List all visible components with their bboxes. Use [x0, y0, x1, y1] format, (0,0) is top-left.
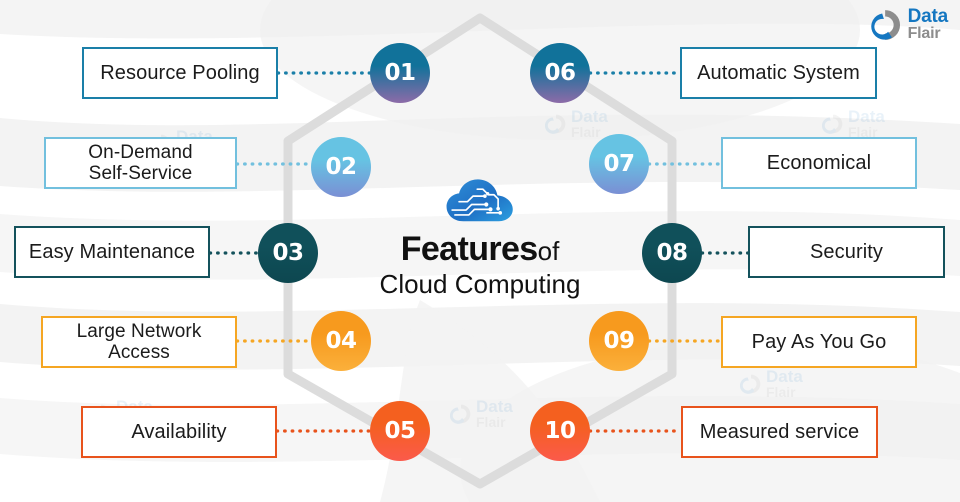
- feature-label-text: Pay As You Go: [751, 330, 887, 353]
- dataflair-logo[interactable]: Data Flair: [869, 7, 948, 42]
- logo-primary-text: Data: [907, 6, 949, 27]
- page-title: Featuresof: [355, 232, 605, 266]
- feature-label-text: On-Demand Self-Service: [88, 141, 193, 184]
- cloud-computing-features-infographic: Data Flair Data Flair Data Flair Data Fl…: [0, 0, 960, 502]
- feature-number-circle-05[interactable]: 05: [370, 401, 430, 461]
- feature-label-box-04[interactable]: Large Network Access: [41, 316, 237, 368]
- feature-label-box-02[interactable]: On-Demand Self-Service: [44, 137, 237, 189]
- feature-number-circle-04[interactable]: 04: [311, 311, 371, 371]
- feature-label-text: Measured service: [699, 420, 860, 443]
- feature-label-box-01[interactable]: Resource Pooling: [82, 47, 278, 99]
- feature-label-text: Automatic System: [697, 61, 860, 84]
- dataflair-d-logo-icon: [740, 374, 761, 394]
- feature-number-circle-08[interactable]: 08: [642, 223, 702, 283]
- title-of: of: [537, 236, 560, 266]
- feature-number-circle-10[interactable]: 10: [530, 401, 590, 461]
- dataflair-d-logo-icon: [450, 404, 471, 424]
- feature-label-box-07[interactable]: Economical: [721, 137, 917, 189]
- feature-label-box-09[interactable]: Pay As You Go: [721, 316, 917, 368]
- feature-label-text: Availability: [131, 420, 227, 443]
- feature-number-circle-01[interactable]: 01: [370, 43, 430, 103]
- page-subtitle: Cloud Computing: [379, 269, 581, 299]
- feature-number-circle-02[interactable]: 02: [311, 137, 371, 197]
- feature-label-text: Resource Pooling: [100, 61, 260, 84]
- watermark-primary: Data: [848, 107, 885, 126]
- feature-label-box-10[interactable]: Measured service: [681, 406, 878, 458]
- feature-label-box-06[interactable]: Automatic System: [680, 47, 877, 99]
- dataflair-d-logo-icon: [822, 114, 843, 134]
- watermark: Data Flair: [822, 108, 885, 139]
- dataflair-d-logo-icon: [870, 9, 900, 40]
- watermark: Data Flair: [545, 108, 608, 139]
- feature-label-box-05[interactable]: Availability: [81, 406, 277, 458]
- feature-number-circle-09[interactable]: 09: [589, 311, 649, 371]
- feature-label-box-03[interactable]: Easy Maintenance: [14, 226, 210, 278]
- watermark-primary: Data: [476, 397, 513, 416]
- title-features: Features: [400, 230, 539, 268]
- watermark-secondary: Flair: [476, 414, 506, 430]
- feature-label-text: Security: [809, 240, 884, 263]
- watermark-secondary: Flair: [766, 384, 796, 400]
- dataflair-d-logo-icon: [545, 114, 566, 134]
- feature-label-text: Economical: [766, 151, 872, 174]
- feature-label-text: Easy Maintenance: [28, 240, 196, 263]
- watermark: Data Flair: [450, 398, 513, 429]
- feature-number-circle-06[interactable]: 06: [530, 43, 590, 103]
- feature-label-box-08[interactable]: Security: [748, 226, 945, 278]
- logo-secondary-text: Flair: [907, 25, 941, 42]
- cloud-computing-icon: [446, 179, 513, 222]
- watermark-primary: Data: [571, 107, 608, 126]
- watermark-secondary: Flair: [571, 124, 601, 140]
- feature-label-text: Large Network Access: [76, 320, 202, 363]
- watermark-primary: Data: [766, 367, 803, 386]
- feature-number-circle-07[interactable]: 07: [589, 134, 649, 194]
- center-title-block: Featuresof Cloud Computing: [355, 178, 605, 298]
- feature-number-circle-03[interactable]: 03: [258, 223, 318, 283]
- watermark: Data Flair: [740, 368, 803, 399]
